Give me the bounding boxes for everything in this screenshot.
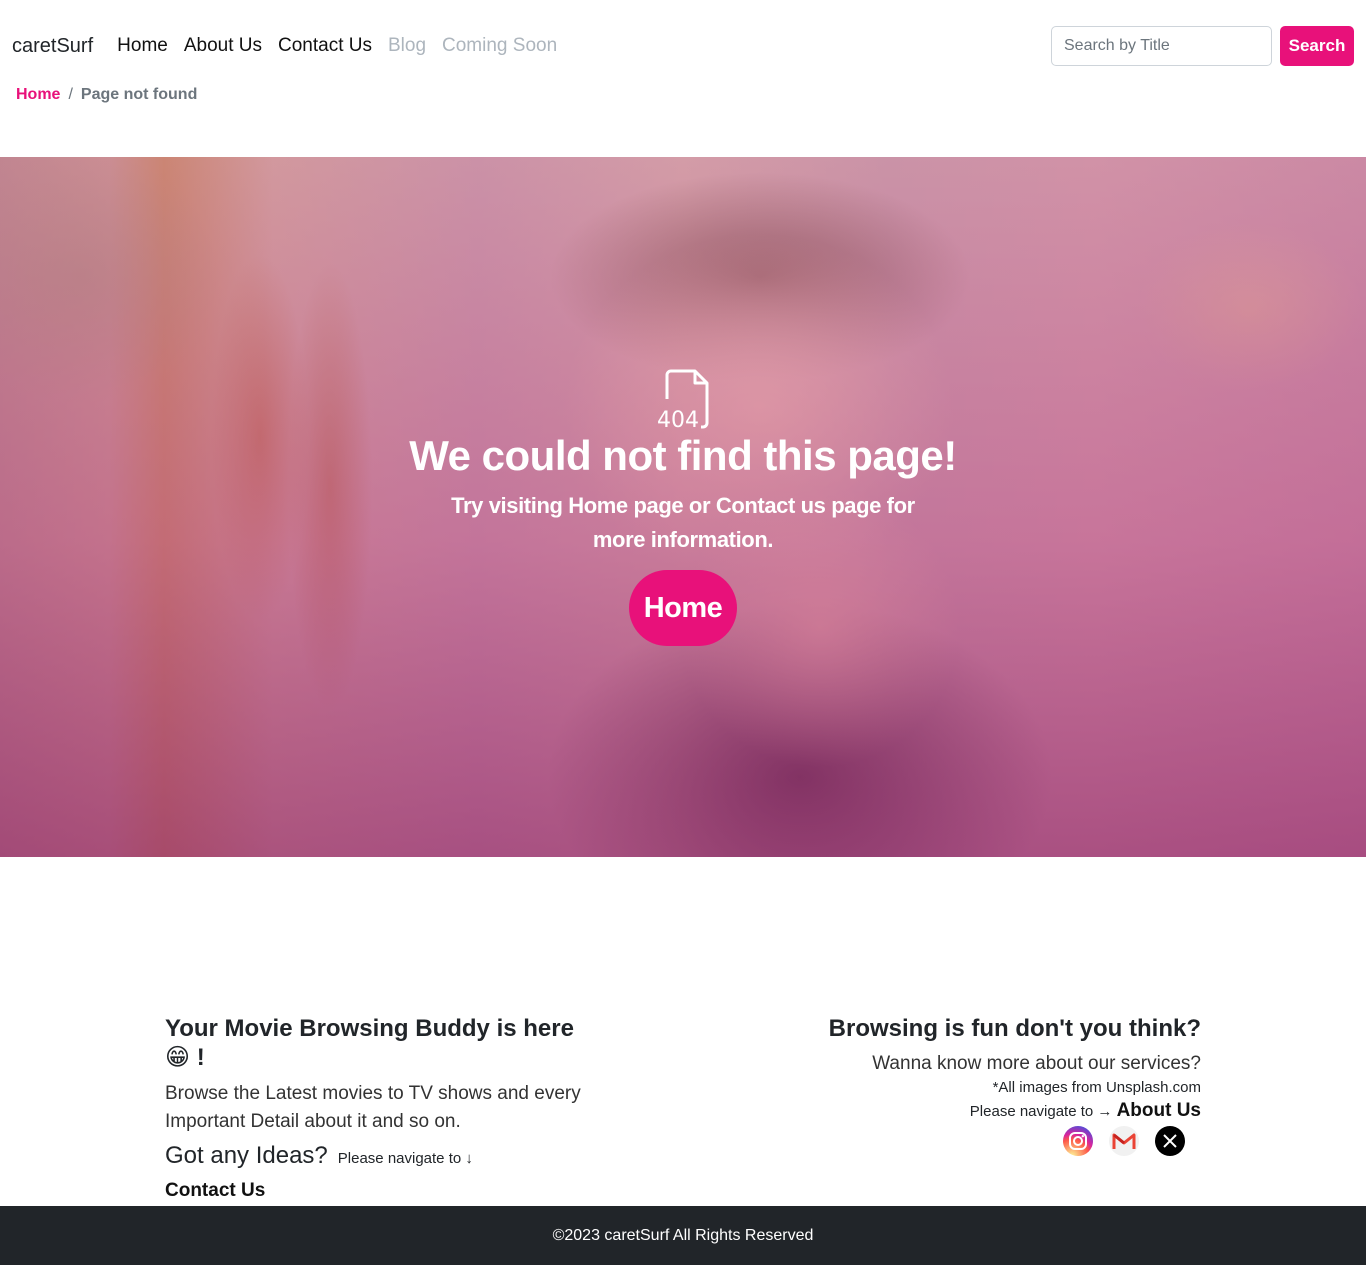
breadcrumb-separator: /	[68, 86, 73, 103]
footer-left-text: Browse the Latest movies to TV shows and…	[165, 1083, 581, 1132]
image-credit: *All images from Unsplash.com	[992, 1079, 1201, 1096]
ideas-row: Got any Ideas? Please navigate to ↓	[165, 1142, 605, 1170]
about-nav-note: Please navigate to →	[969, 1103, 1113, 1120]
footer-right-text: Wanna know more about our services?	[872, 1053, 1201, 1074]
navbar: caretSurf Home About Us Contact Us Blog …	[0, 0, 1366, 92]
footer-left: Your Movie Browsing Buddy is here 😁 ! Br…	[165, 1015, 605, 1202]
file-404-icon-text: 404	[657, 408, 699, 431]
hero-subtitle: Try visiting Home page or Contact us pag…	[451, 493, 915, 552]
search-input[interactable]	[1051, 26, 1272, 66]
footer-left-heading: Your Movie Browsing Buddy is here 😁 !	[165, 1015, 574, 1071]
breadcrumb-home-link[interactable]: Home	[16, 86, 60, 104]
footer-right: Browsing is fun don't you think? Wanna k…	[681, 1015, 1201, 1156]
ideas-heading: Got any Ideas?	[165, 1142, 328, 1169]
nav-link-blog: Blog	[387, 35, 427, 56]
nav-link-home[interactable]: Home	[109, 35, 176, 57]
hero-banner: 404 We could not find this page! Try vis…	[0, 157, 1366, 857]
footer-right-heading: Browsing is fun don't you think?	[828, 1015, 1201, 1042]
search-button[interactable]: Search	[1280, 26, 1354, 66]
search-form: Search	[1051, 26, 1354, 66]
footer-contact-link[interactable]: Contact Us	[165, 1180, 605, 1202]
breadcrumb-current: Page not found	[80, 86, 198, 103]
ideas-nav-note: Please navigate to ↓	[337, 1150, 473, 1167]
hero-title: We could not find this page!	[409, 432, 957, 479]
hero-home-button[interactable]: Home	[629, 570, 737, 646]
nav-link-about-us[interactable]: About Us	[176, 35, 270, 57]
file-404-icon: 404	[657, 369, 709, 431]
instagram-icon[interactable]	[1063, 1126, 1093, 1156]
breadcrumb: Home / Page not found	[16, 86, 197, 104]
copyright-text: ©2023 caretSurf All Rights Reserved	[552, 1226, 814, 1244]
footer-about-link[interactable]: About Us	[1117, 1100, 1201, 1121]
about-nav-row: Please navigate to → About Us	[681, 1100, 1201, 1122]
social-links	[681, 1126, 1201, 1156]
brand-logo[interactable]: caretSurf	[12, 35, 93, 58]
x-icon[interactable]	[1155, 1126, 1185, 1156]
gmail-icon[interactable]	[1109, 1126, 1139, 1156]
copyright-bar: ©2023 caretSurf All Rights Reserved	[0, 1206, 1366, 1265]
nav-links: Home About Us Contact Us Blog Coming Soo…	[109, 35, 565, 57]
nav-link-contact-us[interactable]: Contact Us	[270, 35, 380, 57]
hero-content: 404 We could not find this page! Try vis…	[0, 157, 1366, 857]
nav-link-coming-soon: Coming Soon	[442, 35, 558, 56]
